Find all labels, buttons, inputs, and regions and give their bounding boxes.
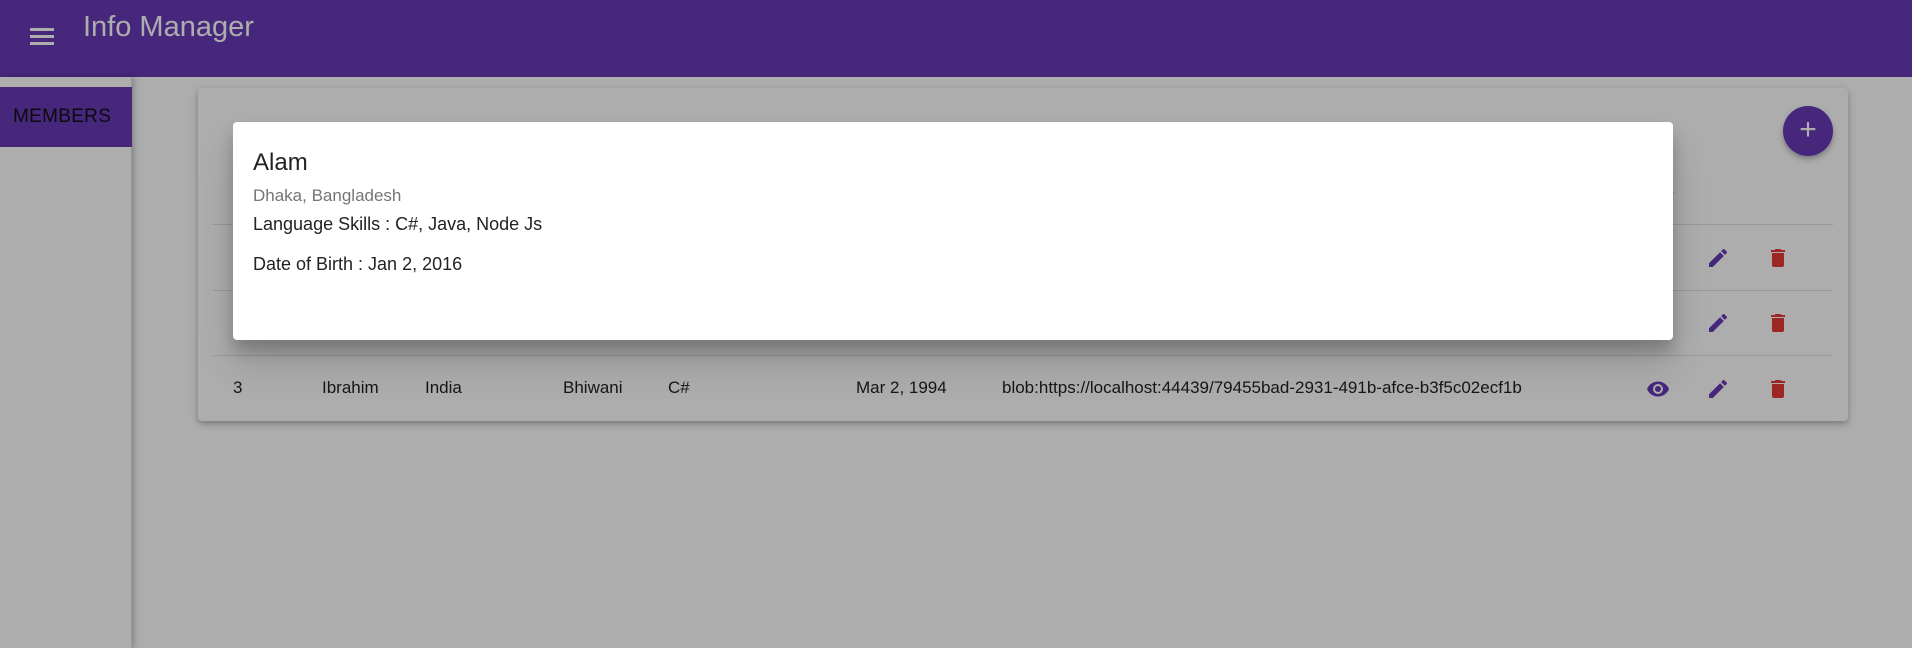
dialog-member-dob: Date of Birth : Jan 2, 2016	[253, 254, 463, 274]
dialog-member-skills: Language Skills : C#, Java, Node Js	[253, 214, 543, 234]
dialog-member-location: Dhaka, Bangladesh	[253, 186, 402, 205]
member-detail-dialog: Alam Dhaka, Bangladesh Language Skills :…	[233, 122, 1673, 340]
dialog-member-name: Alam	[253, 149, 308, 176]
